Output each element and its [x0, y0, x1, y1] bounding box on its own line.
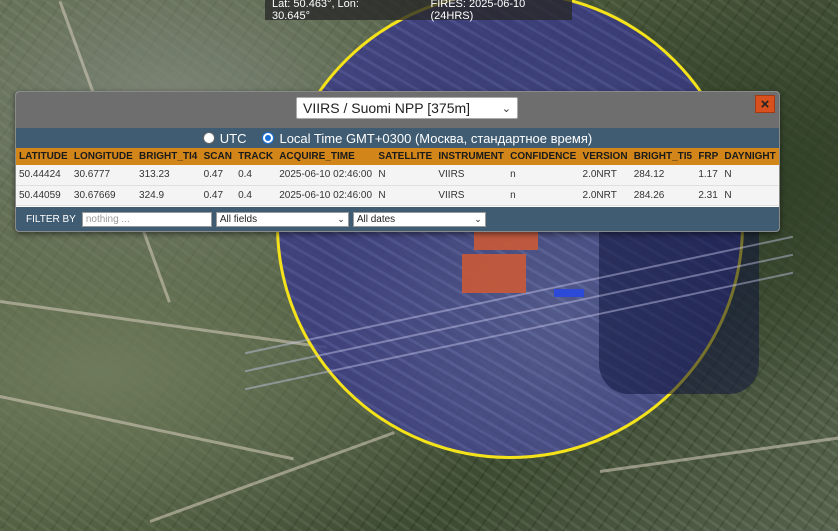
map-road	[0, 395, 294, 461]
fire-details-panel: VIIRS / Suomi NPP [375m] ⌄ × UTC Local T…	[15, 91, 780, 232]
table-cell: VIIRS	[435, 165, 508, 186]
table-cell: 50.44424	[16, 165, 71, 186]
table-cell: 1.17	[695, 165, 722, 186]
table-cell: 50.44059	[16, 185, 71, 206]
table-cell: 30.6777	[70, 165, 137, 186]
filter-placeholder: nothing ...	[85, 213, 130, 225]
dates-select-value: All dates	[356, 213, 396, 225]
column-header[interactable]: SATELLITE	[375, 148, 436, 165]
fire-pixel-marker[interactable]	[462, 254, 526, 293]
chevron-down-icon: ⌄	[337, 213, 345, 224]
column-header[interactable]: CONFIDENCE	[507, 148, 580, 165]
table-row[interactable]: 50.44059 30.67669 324.9 0.47 0.4 2025-06…	[16, 185, 779, 206]
table-header-row: LATITUDE LONGITUDE BRIGHT_TI4 SCAN TRACK…	[16, 148, 779, 165]
sensor-select-value: VIIRS / Suomi NPP [375m]	[303, 100, 471, 116]
status-bar: Lat: 50.463°, Lon: 30.645° FIRES: 2025-0…	[265, 0, 572, 22]
column-header[interactable]: BRIGHT_TI5	[630, 148, 696, 165]
map-road	[0, 300, 327, 349]
satellite-map[interactable]	[0, 0, 838, 531]
table-cell: N	[375, 185, 436, 206]
table-cell: VIIRS	[435, 185, 508, 206]
table-cell: 284.12	[630, 165, 696, 186]
dates-select[interactable]: All dates ⌄	[352, 211, 486, 227]
column-header[interactable]: LONGITUDE	[70, 148, 137, 165]
table-row[interactable]: 50.44424 30.6777 313.23 0.47 0.4 2025-06…	[16, 165, 779, 186]
utc-label: UTC	[219, 130, 247, 146]
table-cell: 2025-06-10 02:46:00	[276, 185, 376, 206]
column-header[interactable]: LATITUDE	[16, 148, 71, 165]
table-cell: 2.31	[695, 185, 722, 206]
column-header[interactable]: ACQUIRE_TIME	[276, 148, 376, 165]
local-time-radio[interactable]	[262, 132, 275, 144]
filter-label: FILTER BY	[26, 213, 76, 225]
fields-select-value: All fields	[219, 213, 258, 225]
coordinates-readout: Lat: 50.463°, Lon: 30.645°	[272, 0, 359, 22]
fires-date-label: FIRES: 2025-06-10 (24HRS)	[430, 0, 526, 22]
column-header[interactable]: SCAN	[200, 148, 236, 165]
table-cell: 284.26	[630, 185, 696, 206]
table-cell: 0.47	[200, 165, 236, 186]
filter-input[interactable]: nothing ...	[81, 211, 212, 227]
table-cell: 0.4	[235, 165, 277, 186]
local-time-label: Local Time GMT+0300 (Москва, стандартное…	[279, 130, 593, 146]
panel-header: VIIRS / Suomi NPP [375m] ⌄ ×	[16, 92, 779, 128]
fields-select[interactable]: All fields ⌄	[215, 211, 349, 227]
close-button[interactable]: ×	[755, 95, 775, 113]
table-cell: N	[375, 165, 436, 186]
table-cell: 30.67669	[70, 185, 137, 206]
filter-bar: FILTER BY nothing ... All fields ⌄ All d…	[16, 207, 779, 231]
table-cell: n	[507, 165, 580, 186]
column-header[interactable]: VERSION	[579, 148, 631, 165]
map-road	[599, 433, 838, 473]
table-cell: 0.47	[200, 185, 236, 206]
table-cell: 313.23	[136, 165, 201, 186]
building-roof	[554, 289, 584, 297]
map-road	[149, 431, 395, 523]
fire-data-table: LATITUDE LONGITUDE BRIGHT_TI4 SCAN TRACK…	[16, 148, 779, 206]
column-header[interactable]: BRIGHT_TI4	[136, 148, 201, 165]
table-cell: 0.4	[235, 185, 277, 206]
utc-radio[interactable]	[202, 132, 215, 144]
column-header[interactable]: FRP	[695, 148, 722, 165]
column-header[interactable]: DAYNIGHT	[721, 148, 779, 165]
table-cell: 324.9	[136, 185, 201, 206]
column-header[interactable]: INSTRUMENT	[435, 148, 508, 165]
time-zone-options: UTC Local Time GMT+0300 (Москва, стандар…	[16, 128, 779, 148]
table-cell: 2.0NRT	[579, 185, 631, 206]
table-cell: N	[721, 165, 779, 186]
table-cell: n	[507, 185, 580, 206]
table-cell: 2.0NRT	[579, 165, 631, 186]
chevron-down-icon: ⌄	[501, 103, 511, 115]
table-cell: 2025-06-10 02:46:00	[276, 165, 376, 186]
column-header[interactable]: TRACK	[235, 148, 277, 165]
sensor-select[interactable]: VIIRS / Suomi NPP [375m] ⌄	[296, 97, 518, 119]
chevron-down-icon: ⌄	[474, 213, 482, 224]
table-cell: N	[721, 185, 779, 206]
